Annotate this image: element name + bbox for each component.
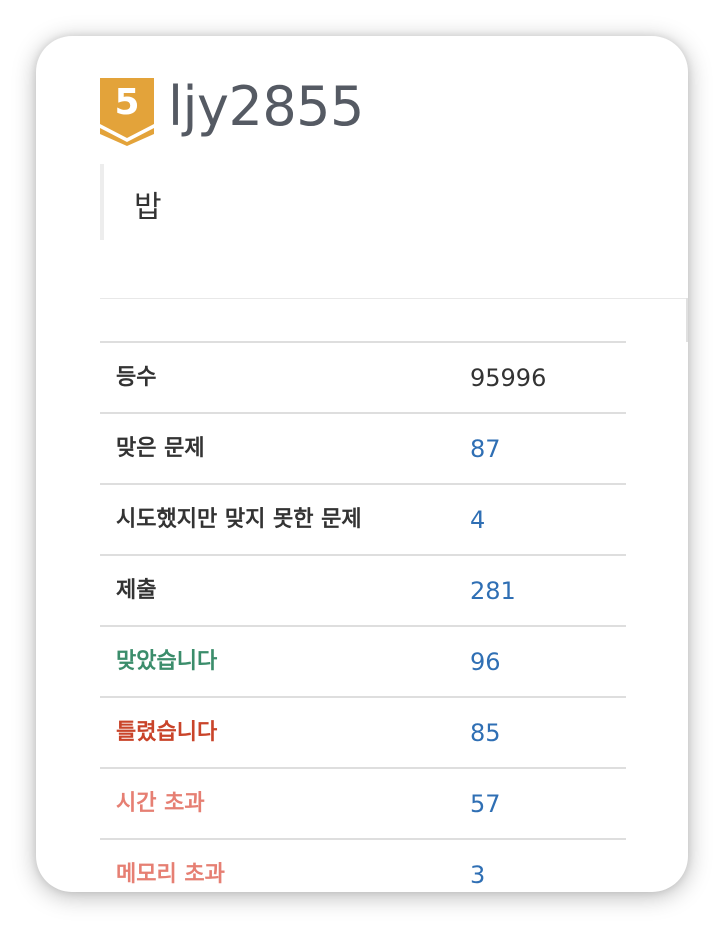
username: ljy2855 — [168, 75, 364, 138]
stat-value-link[interactable]: 87 — [470, 434, 501, 464]
stats-row-memory-limit: 메모리 초과 3 — [100, 838, 626, 892]
stats-row-rank: 등수 95996 — [100, 341, 626, 412]
stat-value-link[interactable]: 3 — [470, 860, 485, 890]
stat-value-link[interactable]: 57 — [470, 789, 501, 819]
tier-badge-icon: 5 — [100, 78, 154, 146]
stat-label: 등수 — [116, 365, 157, 390]
stat-label: 시도했지만 맞지 못한 문제 — [116, 507, 362, 532]
stats-row-wrong: 틀렸습니다 85 — [100, 696, 626, 767]
section-divider — [100, 298, 688, 299]
tier-level: 5 — [114, 82, 140, 123]
stats-row-tried: 시도했지만 맞지 못한 문제 4 — [100, 483, 626, 554]
stat-label: 시간 초과 — [116, 791, 205, 816]
stat-value-link[interactable]: 281 — [470, 576, 516, 606]
stat-label: 맞았습니다 — [116, 649, 218, 674]
stats-row-time-limit: 시간 초과 57 — [100, 767, 626, 838]
stat-value-link[interactable]: 85 — [470, 718, 501, 748]
stats-row-submissions: 제출 281 — [100, 554, 626, 625]
stat-value: 95996 — [470, 364, 547, 392]
stats-table: 등수 95996 맞은 문제 87 시도했지만 맞지 못한 문제 4 제출 28… — [100, 341, 626, 892]
stat-label: 메모리 초과 — [116, 862, 225, 887]
stat-value-link[interactable]: 96 — [470, 647, 501, 677]
stat-label: 틀렸습니다 — [116, 720, 218, 745]
status-message-block: 밥 — [100, 164, 660, 240]
profile-card: 5 ljy2855 밥 등수 95996 맞은 문제 87 시도했지만 맞지 못… — [36, 36, 688, 892]
stats-row-accepted: 맞았습니다 96 — [100, 625, 626, 696]
stats-row-solved: 맞은 문제 87 — [100, 412, 626, 483]
stat-value-link[interactable]: 4 — [470, 505, 485, 535]
stat-label: 제출 — [116, 578, 157, 603]
stat-label: 맞은 문제 — [116, 436, 205, 461]
panel-edge — [686, 298, 688, 342]
status-message: 밥 — [134, 190, 162, 225]
